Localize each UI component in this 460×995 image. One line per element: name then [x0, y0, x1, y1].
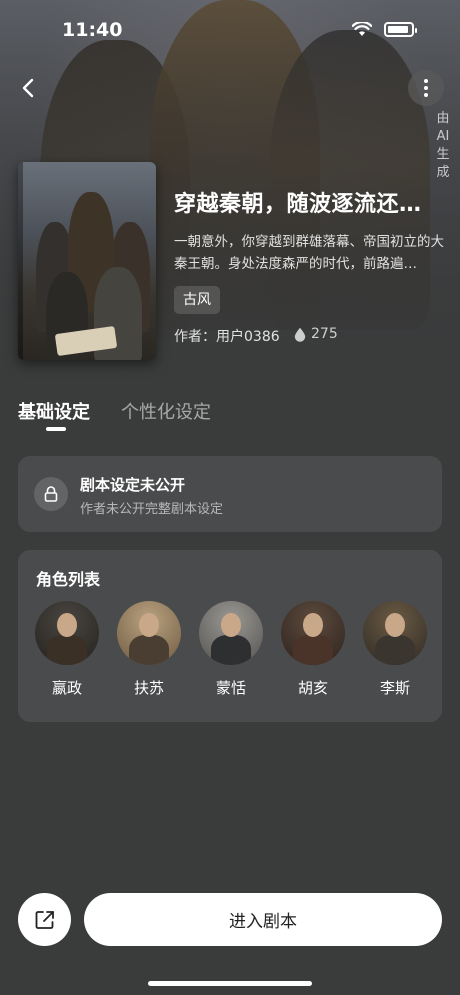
avatar-head [57, 613, 77, 637]
cover-spine [18, 162, 23, 360]
character-name: 李斯 [379, 679, 410, 697]
story-cover [18, 162, 156, 360]
character-list-title: 角色列表 [36, 570, 101, 589]
tab-indicator [46, 427, 66, 431]
character-name: 扶苏 [133, 679, 164, 697]
share-button[interactable] [18, 893, 71, 946]
character-avatar[interactable] [199, 601, 263, 665]
avatar-body [129, 635, 169, 665]
heat-value: 275 [311, 326, 338, 342]
character-item[interactable]: 胡亥 [281, 601, 345, 698]
avatar-head [303, 613, 323, 637]
character-name: 胡亥 [297, 679, 328, 697]
genre-tag[interactable]: 古风 [174, 286, 220, 314]
avatar-body [211, 635, 251, 665]
heat-count: 275 [294, 326, 338, 342]
character-avatar[interactable] [281, 601, 345, 665]
character-avatar[interactable] [363, 601, 427, 665]
enter-script-button[interactable]: 进入剧本 [84, 893, 442, 946]
chevron-left-icon [22, 78, 34, 98]
home-indicator [148, 981, 312, 986]
wifi-icon [352, 22, 372, 36]
back-button[interactable] [14, 74, 42, 102]
avatar-body [375, 635, 415, 665]
character-avatar[interactable] [117, 601, 181, 665]
character-list: 嬴政 扶苏 蒙恬 胡亥 李斯 [35, 601, 427, 698]
status-icons [352, 22, 417, 37]
lock-icon [44, 486, 58, 502]
locked-card-title: 剧本设定未公开 [80, 476, 186, 494]
avatar-head [221, 613, 241, 637]
character-name: 蒙恬 [215, 679, 246, 697]
avatar-head [139, 613, 159, 637]
status-time: 11:40 [62, 19, 123, 41]
lock-icon-wrapper [34, 477, 68, 511]
story-title: 穿越秦朝，随波逐流还… [174, 192, 422, 217]
ai-generated-label: 由AI生成 [436, 111, 450, 180]
avatar-body [47, 635, 87, 665]
character-item[interactable]: 蒙恬 [199, 601, 263, 698]
tab-basic-settings[interactable]: 基础设定 [18, 398, 90, 424]
share-icon [35, 910, 54, 929]
locked-card-subtitle: 作者未公开完整剧本设定 [80, 502, 224, 517]
more-dot-icon [424, 79, 428, 83]
author-name[interactable]: 作者：用户0386 [174, 326, 280, 346]
more-dot-icon [424, 93, 428, 97]
drop-icon [294, 327, 306, 342]
character-item[interactable]: 扶苏 [117, 601, 181, 698]
character-item[interactable]: 李斯 [363, 601, 427, 698]
avatar-head [385, 613, 405, 637]
character-item[interactable]: 嬴政 [35, 601, 99, 698]
more-dot-icon [424, 86, 428, 90]
character-name: 嬴政 [51, 679, 82, 697]
battery-icon [384, 22, 417, 37]
story-description[interactable]: 一朝意外，你穿越到群雄落幕、帝国初立的大秦王朝。身处法度森严的时代，前路遍… [174, 231, 444, 275]
more-button[interactable] [408, 70, 444, 106]
avatar-body [293, 635, 333, 665]
character-list-card: 角色列表 嬴政 扶苏 蒙恬 胡亥 李斯 [18, 550, 442, 722]
locked-settings-card: 剧本设定未公开 作者未公开完整剧本设定 [18, 456, 442, 532]
tab-custom-settings[interactable]: 个性化设定 [121, 398, 211, 424]
character-avatar[interactable] [35, 601, 99, 665]
